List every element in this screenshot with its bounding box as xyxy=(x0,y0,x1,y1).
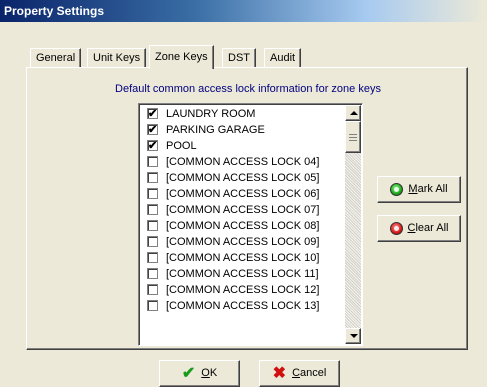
checkbox[interactable] xyxy=(147,172,158,183)
list-item[interactable]: [COMMON ACCESS LOCK 08] xyxy=(145,218,344,234)
arrow-up-icon xyxy=(350,111,358,115)
list-item-label: [COMMON ACCESS LOCK 11] xyxy=(166,268,319,280)
list-item[interactable]: [COMMON ACCESS LOCK 13] xyxy=(145,298,344,314)
list-item-label: [COMMON ACCESS LOCK 12] xyxy=(166,284,320,296)
red-x-icon: ✖ xyxy=(272,365,287,382)
checkbox[interactable] xyxy=(147,268,158,279)
list-item-label: [COMMON ACCESS LOCK 08] xyxy=(166,220,320,232)
checkbox[interactable] xyxy=(147,204,158,215)
green-light-icon xyxy=(390,183,404,196)
checkbox[interactable] xyxy=(147,236,158,247)
window-title: Property Settings xyxy=(4,4,105,18)
tab-unit-keys[interactable]: Unit Keys xyxy=(87,48,147,67)
list-item[interactable]: ✔ LAUNDRY ROOM xyxy=(145,106,344,122)
list-item-label: [COMMON ACCESS LOCK 09] xyxy=(166,236,320,248)
clear-all-button[interactable]: Clear All xyxy=(377,215,461,242)
list-item[interactable]: [COMMON ACCESS LOCK 11] xyxy=(145,266,344,282)
mark-all-label: Mark All xyxy=(408,183,448,195)
grip-line xyxy=(349,137,357,138)
tab-zone-keys[interactable]: Zone Keys xyxy=(149,45,214,69)
list-item-label: [COMMON ACCESS LOCK 04] xyxy=(166,156,320,168)
arrow-down-icon xyxy=(350,334,358,338)
ok-label: OK xyxy=(201,367,218,379)
tab-audit-label: Audit xyxy=(270,52,296,64)
list-item-label: [COMMON ACCESS LOCK 06] xyxy=(166,188,320,200)
list-scrollbar[interactable] xyxy=(345,105,361,344)
list-item[interactable]: [COMMON ACCESS LOCK 09] xyxy=(145,234,344,250)
clear-all-label: Clear All xyxy=(407,222,449,234)
checkbox[interactable]: ✔ xyxy=(147,124,158,136)
list-item[interactable]: ✔ PARKING GARAGE xyxy=(145,122,344,138)
tab-unit-keys-label: Unit Keys xyxy=(93,52,141,64)
checkbox[interactable]: ✔ xyxy=(147,108,158,120)
lock-list: ✔ LAUNDRY ROOM ✔ PARKING GARAGE ✔ POOL [COMMON… xyxy=(145,106,344,314)
list-item[interactable]: [COMMON ACCESS LOCK 10] xyxy=(145,250,344,266)
list-item-label: LAUNDRY ROOM xyxy=(166,108,256,120)
cancel-button[interactable]: ✖ Cancel xyxy=(259,360,340,387)
list-item-label: PARKING GARAGE xyxy=(166,124,265,136)
list-item[interactable]: [COMMON ACCESS LOCK 04] xyxy=(145,154,344,170)
red-light-icon xyxy=(389,222,403,235)
list-item-label: [COMMON ACCESS LOCK 07] xyxy=(166,204,320,216)
grip-line xyxy=(349,140,357,141)
list-item[interactable]: [COMMON ACCESS LOCK 05] xyxy=(145,170,344,186)
mark-all-button[interactable]: Mark All xyxy=(377,176,461,203)
lock-listbox[interactable]: ✔ LAUNDRY ROOM ✔ PARKING GARAGE ✔ POOL [COMMON… xyxy=(138,103,363,346)
cancel-label: Cancel xyxy=(292,367,327,379)
ok-button[interactable]: ✔ OK xyxy=(159,360,240,387)
tab-dst[interactable]: DST xyxy=(222,48,256,67)
zone-keys-panel: Default common access lock information f… xyxy=(26,67,468,350)
checkbox[interactable] xyxy=(147,284,158,295)
scroll-down-button[interactable] xyxy=(345,328,361,344)
panel-caption: Default common access lock information f… xyxy=(115,83,381,95)
scroll-thumb[interactable] xyxy=(345,121,361,153)
checkbox[interactable] xyxy=(147,220,158,231)
title-bar[interactable]: Property Settings xyxy=(0,0,487,22)
list-item-label: [COMMON ACCESS LOCK 13] xyxy=(166,300,320,312)
list-item[interactable]: [COMMON ACCESS LOCK 06] xyxy=(145,186,344,202)
tab-dst-label: DST xyxy=(228,52,250,64)
checkbox[interactable] xyxy=(147,156,158,167)
tab-general[interactable]: General xyxy=(30,48,82,67)
grip-line xyxy=(349,134,357,135)
green-checkmark-icon: ✔ xyxy=(181,365,196,382)
list-item[interactable]: [COMMON ACCESS LOCK 07] xyxy=(145,202,344,218)
checkbox[interactable] xyxy=(147,300,158,311)
list-item-label: [COMMON ACCESS LOCK 10] xyxy=(166,252,320,264)
checkbox[interactable]: ✔ xyxy=(147,140,158,152)
list-item[interactable]: ✔ POOL xyxy=(145,138,344,154)
scroll-up-button[interactable] xyxy=(345,105,361,121)
tab-audit[interactable]: Audit xyxy=(264,48,302,67)
checkbox[interactable] xyxy=(147,188,158,199)
tab-general-label: General xyxy=(36,52,76,64)
list-item[interactable]: [COMMON ACCESS LOCK 12] xyxy=(145,282,344,298)
list-item-label: POOL xyxy=(166,140,197,152)
checkbox[interactable] xyxy=(147,252,158,263)
list-item-label: [COMMON ACCESS LOCK 05] xyxy=(166,172,320,184)
tab-zone-keys-label: Zone Keys xyxy=(155,51,208,63)
